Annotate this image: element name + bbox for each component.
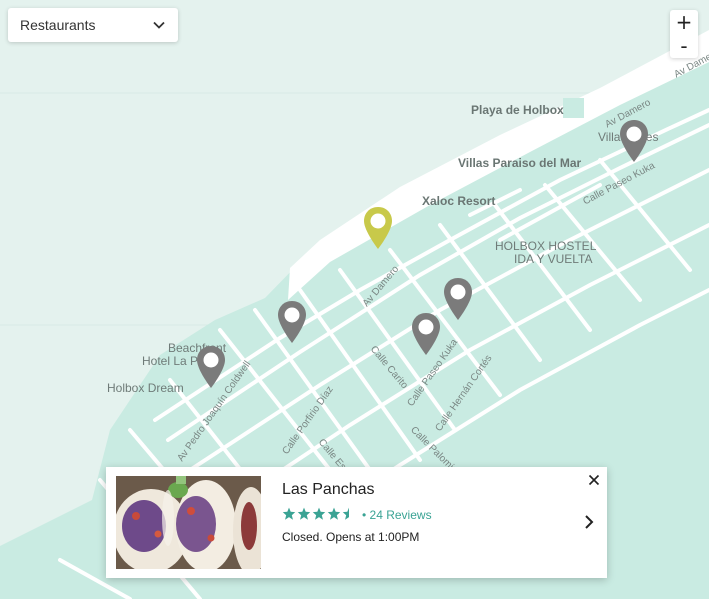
rating-stars [282,507,356,520]
zoom-in-button[interactable]: + [670,10,698,34]
opening-status: Closed. Opens at 1:00PM [282,530,420,544]
star-icon [312,507,326,520]
map[interactable]: Playa de Holbox Villas Paraiso del Mar X… [0,0,709,599]
star-icon [327,507,341,520]
place-label-villas-paraiso: Villas Paraiso del Mar [458,156,582,170]
zoom-out-button[interactable]: - [670,34,698,58]
place-label-holbox-dream: Holbox Dream [107,381,184,395]
category-select[interactable]: Restaurants [8,8,178,42]
category-select-value: Restaurants [20,17,96,33]
place-label-playa: Playa de Holbox [471,103,564,117]
close-icon[interactable] [586,472,602,488]
place-label-hostel-1: HOLBOX HOSTEL [495,239,597,253]
map-pin[interactable] [194,344,228,390]
place-label-hostel-2: IDA Y VUELTA [514,252,593,266]
chevron-down-icon [153,21,165,29]
place-photo [116,476,261,569]
review-count-link[interactable]: • 24 Reviews [362,508,432,522]
place-label-hotel-la: Hotel La P [142,354,199,368]
place-label-xaloc: Xaloc Resort [422,194,496,208]
half-star-icon [342,507,349,520]
map-pin[interactable] [275,299,309,345]
map-pin[interactable] [441,276,475,322]
zoom-control: + - [670,10,698,58]
map-pin[interactable] [617,118,651,164]
place-name: Las Panchas [282,481,375,498]
map-pin[interactable] [409,311,443,357]
star-icon [297,507,311,520]
chevron-right-icon[interactable] [582,514,596,530]
star-icon [282,507,296,520]
place-card[interactable]: Las Panchas • 24 Reviews Closed. Opens a… [106,467,607,578]
selected-map-pin[interactable] [361,205,395,251]
